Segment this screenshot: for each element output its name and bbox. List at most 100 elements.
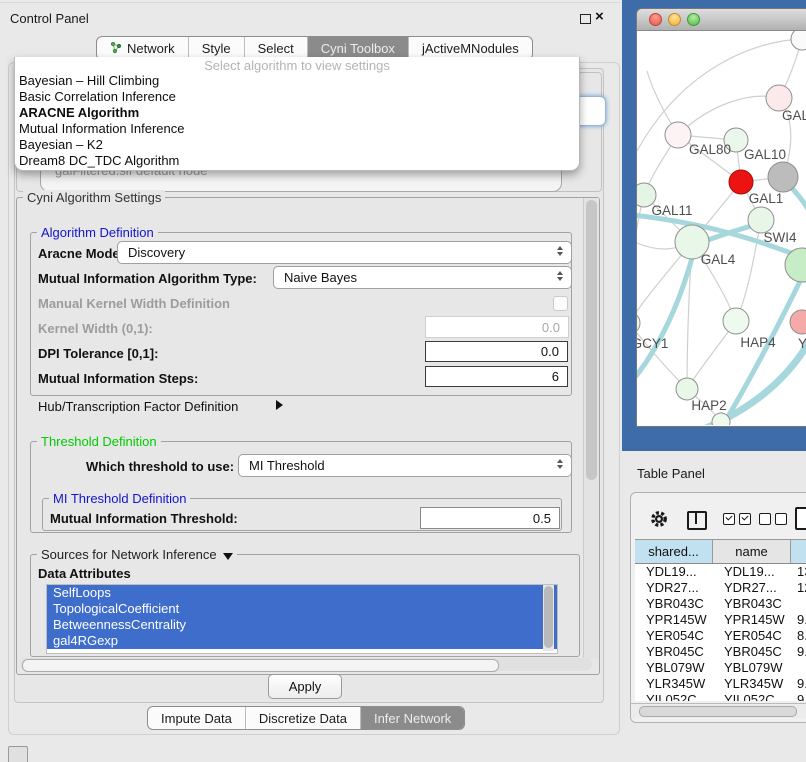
attributes-scrollbar-thumb[interactable]: [544, 586, 553, 648]
network-window-titlebar[interactable]: [637, 9, 806, 31]
table-row[interactable]: YLR345WYLR345W9.: [635, 676, 806, 692]
tab-impute-data[interactable]: Impute Data: [148, 707, 245, 729]
attribute-item-selfloops[interactable]: SelfLoops: [47, 585, 557, 601]
mi-algorithm-type-combo[interactable]: Naive Bayes: [273, 266, 572, 289]
network-canvas[interactable]: GAL7GAL80GAL10GAL1GAL11SWI4GAL4GCY1HAP4Y…: [637, 31, 806, 425]
float-panel-icon[interactable]: [580, 14, 591, 24]
table-row[interactable]: YPR145WYPR145W9.: [635, 612, 806, 628]
collapse-arrow-icon[interactable]: [223, 553, 233, 560]
algorithm-dropdown-placeholder: Select algorithm to view settings: [15, 57, 579, 73]
network-node-y[interactable]: [790, 310, 806, 334]
network-node-hap4[interactable]: [723, 308, 749, 334]
table-panel-title: Table Panel: [637, 466, 705, 481]
table-row[interactable]: YDL19...YDL19...13: [635, 564, 806, 580]
which-threshold-value: MI Threshold: [249, 458, 325, 473]
network-node-hap2[interactable]: [676, 378, 698, 400]
mi-threshold-legend: MI Threshold Definition: [49, 491, 190, 506]
hub-definition-expander[interactable]: Hub/Transcription Factor Definition: [38, 399, 238, 414]
attribute-item-topologicalcoefficient[interactable]: TopologicalCoefficient: [47, 601, 557, 617]
attribute-item-betweennesscentrality[interactable]: BetweennessCentrality: [47, 617, 557, 633]
expander-arrow-icon[interactable]: [276, 400, 283, 410]
table-row[interactable]: YIL052CYIL052C9: [635, 692, 806, 701]
algorithm-option-mutual-information-inference[interactable]: Mutual Information Inference: [15, 121, 579, 137]
table-cell: 9.: [791, 644, 806, 660]
node-label-gal7: GAL7: [782, 108, 806, 123]
split-columns-icon[interactable]: [687, 511, 707, 530]
combo-stepper-icon: [557, 271, 563, 281]
tab-label: Network: [127, 41, 175, 56]
dpi-tolerance-input[interactable]: 0.0: [425, 341, 568, 362]
table-cell: [791, 660, 806, 676]
tab-cyni-toolbox[interactable]: Cyni Toolbox: [307, 37, 408, 59]
zoom-window-button[interactable]: [687, 13, 700, 26]
algorithm-option-bayesian-hill-climbing[interactable]: Bayesian – Hill Climbing: [15, 73, 579, 89]
column-header-a[interactable]: A: [791, 540, 806, 563]
close-window-button[interactable]: [649, 13, 662, 26]
show-checked-columns-icon[interactable]: [723, 513, 751, 525]
table-cell: 9: [791, 692, 806, 701]
aracne-mode-combo[interactable]: Discovery: [117, 241, 572, 264]
attribute-item-gal4rgexp[interactable]: gal4RGexp: [47, 633, 557, 649]
node-label-hap2: HAP2: [691, 398, 726, 413]
node-table: shared...nameA YDL19...YDL19...13YDR27..…: [635, 539, 806, 701]
attributes-scrollbar[interactable]: [543, 585, 554, 651]
kernel-width-input[interactable]: 0.0: [425, 316, 569, 338]
dock-panel-icon[interactable]: [8, 746, 28, 762]
kernel-width-label: Kernel Width (0,1):: [38, 321, 153, 336]
hide-columns-icon[interactable]: [759, 513, 787, 525]
panel-top-divider: [0, 2, 620, 3]
new-table-icon[interactable]: [795, 507, 806, 530]
table-row[interactable]: YDR27...YDR27...12: [635, 580, 806, 596]
table-cell: YBL079W: [713, 660, 791, 676]
tab-label: Discretize Data: [259, 711, 347, 726]
table-row[interactable]: YER054CYER054C8.: [635, 628, 806, 644]
settings-vertical-scrollbar[interactable]: [583, 198, 599, 659]
tab-label: Cyni Toolbox: [321, 41, 395, 56]
tab-jactivemnodules[interactable]: jActiveMNodules: [408, 37, 532, 59]
table-cell: [791, 596, 806, 612]
network-window: GAL7GAL80GAL10GAL1GAL11SWI4GAL4GCY1HAP4Y…: [636, 8, 806, 427]
tab-style[interactable]: Style: [188, 37, 244, 59]
table-header-row: shared...nameA: [635, 539, 806, 564]
table-row[interactable]: YBR045CYBR045C9.: [635, 644, 806, 660]
horizontal-scrollbar-thumb[interactable]: [22, 659, 499, 672]
network-node-gcy1[interactable]: [637, 312, 640, 334]
sources-legend: Sources for Network Inference: [37, 547, 237, 562]
network-node-gal80[interactable]: [665, 122, 691, 148]
network-node[interactable]: [791, 31, 806, 50]
aracne-mode-label: Aracne Mode:: [38, 246, 124, 261]
tab-select[interactable]: Select: [244, 37, 307, 59]
node-label-y: Y: [798, 336, 806, 351]
algorithm-option-bayesian-k2[interactable]: Bayesian – K2: [15, 137, 579, 153]
table-row[interactable]: YBL079WYBL079W: [635, 660, 806, 676]
table-cell: YBR045C: [635, 644, 713, 660]
node-label-gal80: GAL80: [689, 142, 731, 157]
column-header-shared[interactable]: shared...: [635, 540, 713, 563]
network-edge: [637, 247, 695, 393]
settings-scrollbar-thumb[interactable]: [586, 200, 597, 480]
table-cell: 13: [791, 564, 806, 580]
algorithm-option-dream8-dc-tdc-algorithm[interactable]: Dream8 DC_TDC Algorithm: [15, 153, 579, 169]
manual-kernel-width-checkbox[interactable]: [553, 296, 568, 311]
network-node[interactable]: [768, 162, 798, 192]
tab-discretize-data[interactable]: Discretize Data: [245, 707, 360, 729]
column-header-name[interactable]: name: [713, 540, 791, 563]
tab-network[interactable]: Network: [97, 37, 188, 59]
table-panel: shared...nameA YDL19...YDL19...13YDR27..…: [630, 492, 806, 723]
settings-horizontal-scrollbar[interactable]: [20, 658, 592, 671]
mi-threshold-input[interactable]: 0.5: [420, 507, 560, 529]
combo-stepper-icon: [557, 246, 563, 256]
algorithm-option-basic-correlation-inference[interactable]: Basic Correlation Inference: [15, 89, 579, 105]
algorithm-option-aracne-algorithm[interactable]: ARACNE Algorithm: [15, 105, 579, 121]
table-horizontal-scrollbar[interactable]: [631, 703, 806, 718]
table-cell: YBR043C: [635, 596, 713, 612]
tab-infer-network[interactable]: Infer Network: [360, 707, 464, 729]
which-threshold-combo[interactable]: MI Threshold: [238, 454, 572, 477]
minimize-window-button[interactable]: [668, 13, 681, 26]
table-scrollbar-thumb[interactable]: [639, 706, 797, 717]
mi-steps-input[interactable]: 6: [425, 366, 568, 387]
gear-icon[interactable]: [649, 509, 669, 532]
apply-button[interactable]: Apply: [268, 674, 342, 699]
close-panel-icon[interactable]: ×: [595, 8, 604, 25]
table-row[interactable]: YBR043CYBR043C: [635, 596, 806, 612]
